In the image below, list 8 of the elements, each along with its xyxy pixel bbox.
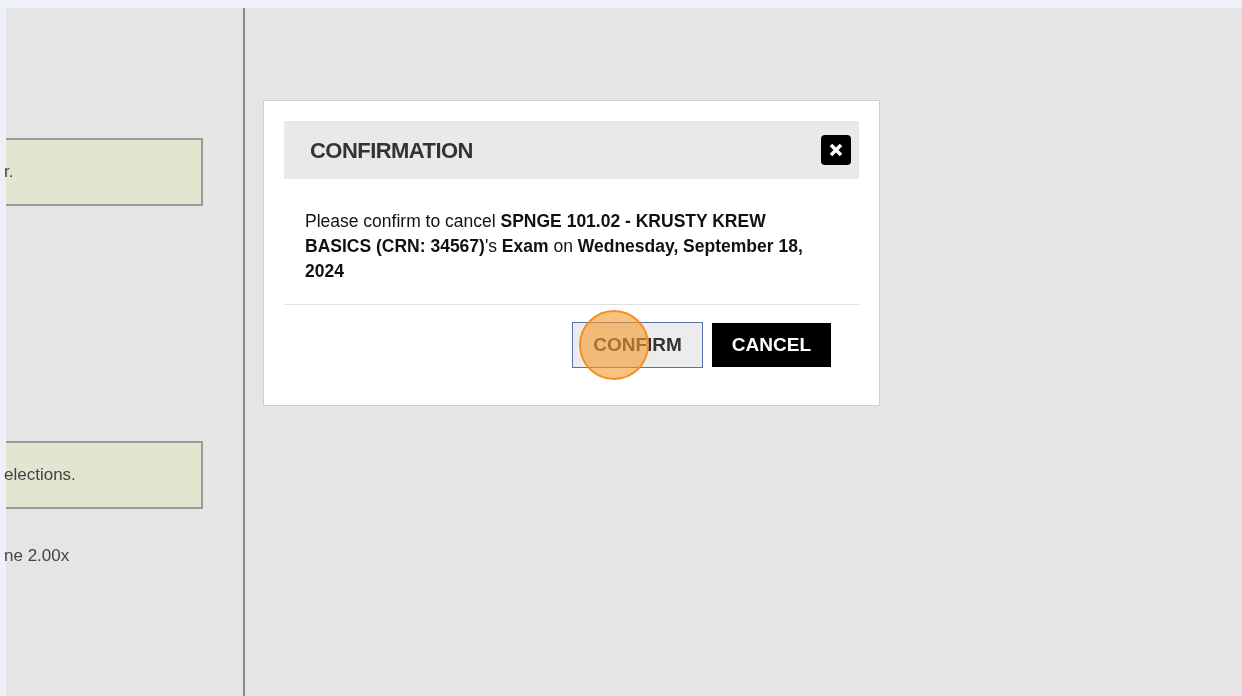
notice-text: elections. (4, 464, 76, 487)
close-button[interactable] (821, 135, 851, 165)
cancel-button[interactable]: CANCEL (711, 323, 831, 367)
close-icon (829, 143, 843, 157)
notice-text: r. (4, 161, 14, 184)
dialog-title: CONFIRMATION (310, 136, 473, 165)
note-text: ne 2.00x (4, 545, 71, 567)
dialog-message: Please confirm to cancel SPNGE 101.02 - KRUSTY KREW BASICS (CRN: 34567)'s Exam on Wednesday, September 18, 2024 (305, 210, 804, 283)
